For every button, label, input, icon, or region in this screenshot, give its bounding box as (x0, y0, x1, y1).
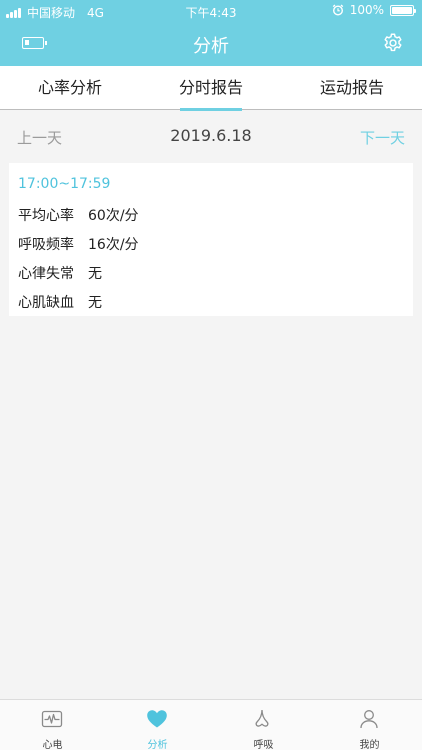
tab-heart-rate-analysis[interactable]: 心率分析 (0, 66, 140, 110)
tab-exercise-report[interactable]: 运动报告 (282, 66, 422, 110)
row-value: 16次/分 (88, 237, 139, 253)
ecg-monitor-icon (41, 710, 63, 728)
row-label: 心肌缺血 (18, 295, 74, 311)
bottom-tab-bar: 心电 分析 呼吸 我的 (0, 699, 422, 750)
report-row-respiration-rate: 呼吸频率 16次/分 (18, 234, 139, 254)
tabbar-label: 分析 (147, 740, 168, 750)
battery-percent: 100% (349, 3, 384, 17)
row-label: 心律失常 (18, 266, 74, 282)
tabbar-label: 我的 (359, 740, 380, 750)
alarm-clock-icon (332, 4, 343, 16)
tabbar-label: 呼吸 (253, 740, 274, 750)
tab-hourly-report[interactable]: 分时报告 (141, 66, 281, 111)
row-label: 平均心率 (18, 208, 74, 224)
tabbar-label: 心电 (42, 740, 63, 750)
nose-icon (255, 709, 269, 727)
row-label: 呼吸频率 (18, 237, 74, 253)
tabbar-item-breathing[interactable]: 呼吸 (211, 700, 316, 750)
previous-day-button[interactable]: 上一天 (17, 127, 62, 148)
row-value: 无 (88, 295, 102, 311)
page-title: 分析 (193, 36, 229, 57)
row-value: 无 (88, 266, 102, 282)
report-tabs: 心率分析 分时报告 运动报告 (0, 66, 422, 111)
hourly-report-card: 17:00~17:59 平均心率 60次/分 呼吸频率 16次/分 心律失常 无… (9, 163, 413, 316)
app-header: 中国移动 4G 下午4:43 100% 分析 (0, 0, 422, 66)
row-value: 60次/分 (88, 208, 139, 224)
heart-icon (147, 710, 167, 728)
time-range: 17:00~17:59 (18, 176, 111, 192)
report-row-myocardial-ischemia: 心肌缺血 无 (18, 292, 102, 312)
person-icon (360, 710, 378, 729)
status-bar: 中国移动 4G 下午4:43 100% (0, 0, 422, 22)
tabbar-item-ecg[interactable]: 心电 (0, 700, 105, 750)
report-row-arrhythmia: 心律失常 无 (18, 263, 102, 283)
day-navigation: 上一天 2019.6.18 下一天 (0, 110, 422, 162)
tabbar-item-profile[interactable]: 我的 (317, 700, 422, 750)
next-day-button[interactable]: 下一天 (360, 127, 405, 148)
nav-bar: 分析 (0, 22, 422, 66)
battery-icon (390, 4, 416, 16)
status-right: 100% (332, 3, 416, 17)
current-date: 2019.6.18 (170, 126, 252, 145)
settings-gear-icon[interactable] (382, 32, 404, 54)
report-row-avg-heart-rate: 平均心率 60次/分 (18, 205, 139, 225)
tabbar-item-analysis[interactable]: 分析 (105, 700, 210, 750)
